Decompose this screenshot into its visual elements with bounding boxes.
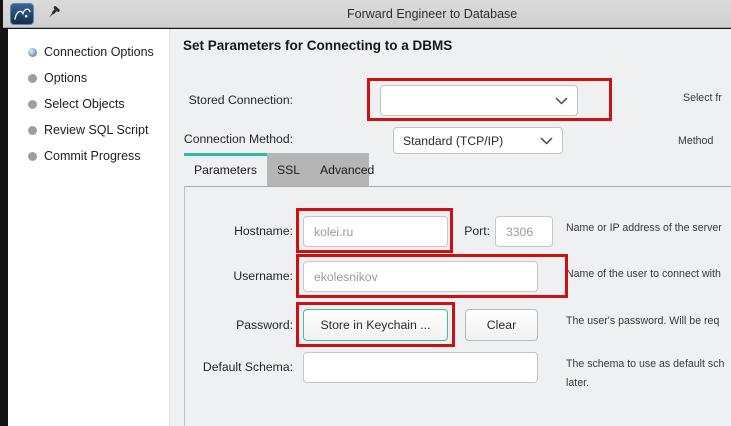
chevron-down-icon bbox=[540, 132, 553, 150]
mysql-workbench-logo-icon bbox=[10, 3, 34, 25]
sidebar-item-select-objects[interactable]: Select Objects bbox=[8, 91, 169, 117]
default-schema-hint: The schema to use as default sch later. bbox=[566, 355, 724, 393]
title-bar: Forward Engineer to Database bbox=[3, 0, 731, 28]
wizard-steps-sidebar: Connection Options Options Select Object… bbox=[8, 29, 170, 426]
tab-bar: Parameters SSL Advanced bbox=[184, 153, 369, 187]
password-hint: The user's password. Will be req bbox=[566, 312, 719, 331]
username-hint: Name of the user to connect with bbox=[566, 265, 721, 284]
window-title: Forward Engineer to Database bbox=[347, 7, 517, 21]
username-label: Username: bbox=[170, 269, 293, 283]
sidebar-item-options[interactable]: Options bbox=[8, 65, 169, 91]
sidebar-item-connection-options[interactable]: Connection Options bbox=[8, 39, 169, 65]
tab-advanced[interactable]: Advanced bbox=[310, 153, 384, 187]
connection-method-label: Connection Method: bbox=[170, 132, 293, 146]
page-title: Set Parameters for Connecting to a DBMS bbox=[183, 38, 452, 53]
connection-method-value: Standard (TCP/IP) bbox=[403, 134, 503, 148]
stored-connection-hint: Select fr bbox=[683, 89, 722, 108]
store-in-keychain-button[interactable]: Store in Keychain ... bbox=[303, 309, 448, 341]
step-bullet-icon bbox=[28, 126, 37, 135]
hostname-hint: Name or IP address of the server bbox=[566, 219, 722, 238]
step-bullet-icon bbox=[28, 100, 37, 109]
tab-parameters[interactable]: Parameters bbox=[184, 153, 267, 187]
clear-password-button[interactable]: Clear bbox=[465, 309, 538, 341]
pin-icon[interactable] bbox=[45, 5, 63, 23]
connection-method-dropdown[interactable]: Standard (TCP/IP) bbox=[393, 127, 563, 154]
port-label: Port: bbox=[457, 224, 490, 238]
connection-parameters-page: Set Parameters for Connecting to a DBMS … bbox=[170, 29, 731, 426]
username-input[interactable] bbox=[303, 261, 538, 292]
chevron-down-icon bbox=[555, 92, 568, 110]
hostname-label: Hostname: bbox=[170, 224, 293, 238]
sidebar-item-commit-progress[interactable]: Commit Progress bbox=[8, 143, 169, 169]
step-bullet-icon bbox=[28, 74, 37, 83]
password-label: Password: bbox=[170, 318, 293, 332]
port-input[interactable] bbox=[495, 216, 553, 247]
sidebar-item-review-sql-script[interactable]: Review SQL Script bbox=[8, 117, 169, 143]
connection-method-hint: Method bbox=[678, 132, 713, 151]
stored-connection-dropdown[interactable] bbox=[380, 85, 578, 116]
stored-connection-label: Stored Connection: bbox=[170, 93, 293, 107]
hostname-input[interactable] bbox=[303, 216, 448, 247]
step-bullet-icon bbox=[28, 152, 37, 161]
forward-engineer-dialog: Forward Engineer to Database Connection … bbox=[0, 0, 731, 426]
default-schema-label: Default Schema: bbox=[170, 360, 293, 374]
default-schema-input[interactable] bbox=[303, 352, 538, 383]
tab-ssl[interactable]: SSL bbox=[267, 153, 310, 187]
step-active-bullet-icon bbox=[28, 48, 37, 57]
